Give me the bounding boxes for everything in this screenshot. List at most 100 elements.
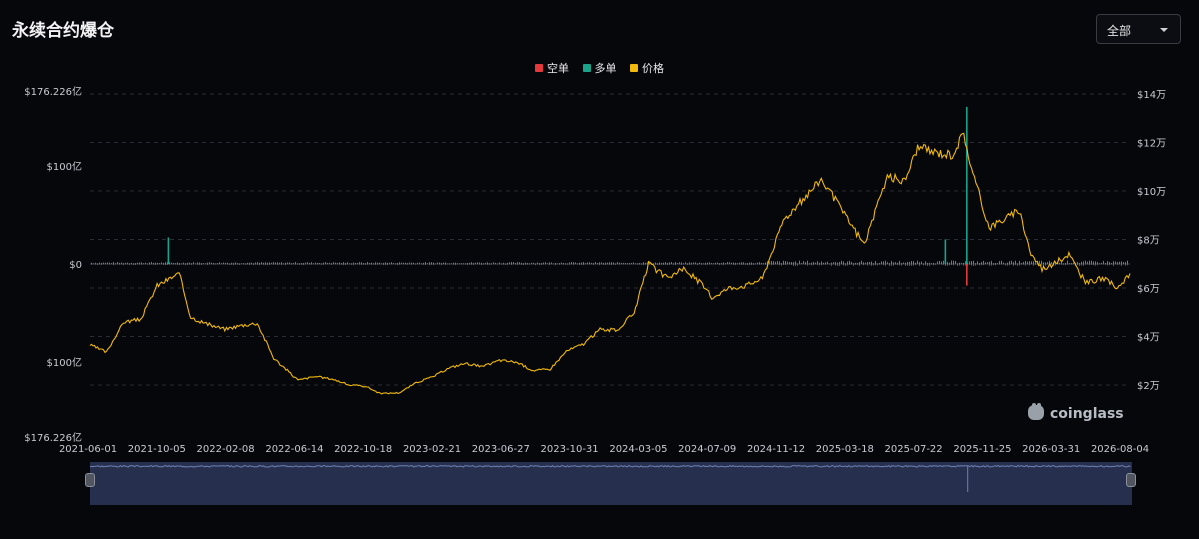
long-bar [1067,260,1068,264]
short-bar [181,264,182,265]
long-bar [427,263,428,264]
long-bar [931,263,932,264]
short-bar [959,264,960,266]
legend-label-price: 价格 [642,62,664,75]
long-bar [205,263,206,264]
long-bar [519,262,520,264]
short-bar [1127,264,1128,266]
short-bar [689,264,690,265]
long-bar [219,262,220,264]
short-bar [1063,264,1064,265]
short-bar [951,264,952,266]
long-bar [239,263,240,264]
x-tick-label: 2026-08-04 [1091,444,1149,455]
long-bar [765,262,766,264]
short-bar [227,264,228,265]
long-bar [775,261,776,264]
long-bar [189,262,190,264]
short-bar [149,264,150,265]
short-bar [669,264,670,265]
long-bar [119,262,120,264]
slider-handle-left[interactable] [85,473,95,487]
range-select[interactable]: 全部 [1096,14,1181,44]
long-bar [419,262,420,264]
long-bar [921,261,922,264]
long-bar [161,262,162,264]
long-bar [387,262,388,264]
long-bar [1125,262,1126,264]
y-left-tick-label: $100亿 [47,160,82,173]
x-tick-label: 2021-06-01 [59,444,117,455]
long-bar [1019,260,1020,264]
legend-swatch-short [535,64,543,72]
long-bar [867,262,868,264]
long-bar [689,262,690,264]
short-bar [843,264,844,266]
long-bar [897,262,898,264]
short-bar [567,264,568,265]
short-bar [425,264,426,266]
legend-item-short[interactable]: 空单 [535,60,569,76]
short-bar [941,264,942,265]
short-bar [877,264,878,266]
short-bar [1113,264,1114,266]
long-bar [123,263,124,264]
long-bar [915,262,916,264]
long-bar [291,263,292,264]
short-bar [855,264,856,265]
short-bar [93,264,94,265]
short-bar [599,264,600,266]
short-bar [175,264,176,265]
short-bar [613,264,614,265]
short-bar [451,264,452,265]
long-bar [1093,261,1094,264]
liquidation-spike [966,106,968,265]
long-bar [1039,260,1040,264]
short-bar [115,264,116,265]
short-bar [975,264,976,266]
legend-item-long[interactable]: 多单 [582,60,617,76]
short-bar [1071,264,1072,265]
short-bar [123,264,124,266]
short-bar [971,264,972,266]
zoom-slider[interactable] [90,462,1132,505]
long-bar [443,262,444,264]
short-bar [371,264,372,265]
long-bar [811,262,812,264]
x-tick-label: 2024-07-09 [678,444,736,455]
short-bar [1069,264,1070,265]
short-bar [1023,264,1024,265]
logo-mark-icon [1028,405,1044,420]
short-bar [521,264,522,265]
long-bar [727,262,728,264]
long-bar [895,262,896,264]
long-bar [633,262,634,264]
long-bar [1055,261,1056,264]
short-bar [583,264,584,266]
long-bar [1105,263,1106,264]
short-bar [811,264,812,266]
x-tick-label: 2025-03-18 [816,444,874,455]
short-bar [733,264,734,265]
long-bar [715,262,716,264]
long-bar [875,261,876,264]
slider-handle-right[interactable] [1126,473,1136,487]
long-bar [1035,263,1036,264]
short-bar [665,264,666,265]
short-bar [119,264,120,265]
long-bar [383,262,384,264]
long-bar [483,263,484,264]
long-bar [241,263,242,264]
long-bar [637,263,638,264]
long-bar [1123,262,1124,264]
long-bar [255,262,256,264]
legend-item-price[interactable]: 价格 [630,60,664,76]
short-bar [157,264,158,265]
short-bar [177,264,178,265]
long-bar [669,262,670,264]
short-bar [303,264,304,266]
long-bar [109,262,110,264]
long-bar [843,261,844,264]
long-bar [973,260,974,264]
short-bar [179,264,180,266]
